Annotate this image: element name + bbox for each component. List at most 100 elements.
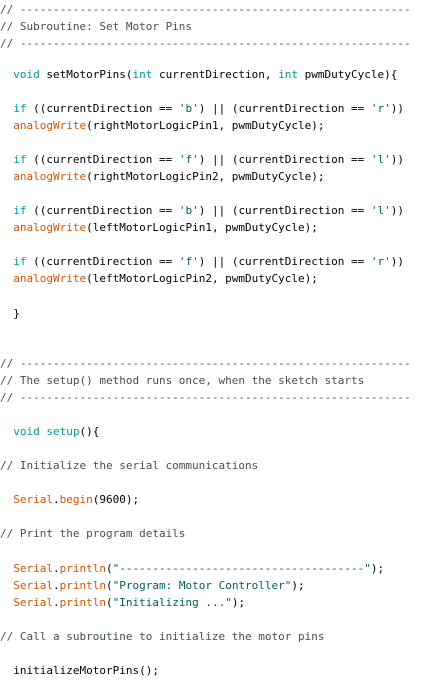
code-text: . xyxy=(53,596,60,609)
code-comment: // Initialize the serial communications xyxy=(0,459,259,472)
code-line: if ((currentDirection == 'b') || (curren… xyxy=(0,203,433,218)
code-text: (9600); xyxy=(92,493,140,506)
code-text: ) || (currentDirection == xyxy=(198,153,371,166)
code-line: // -------------------------------------… xyxy=(0,2,433,17)
code-function: println xyxy=(59,562,106,575)
code-line: // -------------------------------------… xyxy=(0,356,433,371)
code-line: Serial.println("Initializing ..."); xyxy=(0,595,433,610)
code-text: ( xyxy=(105,596,113,609)
code-string: 'l' xyxy=(370,204,391,217)
code-text: . xyxy=(53,562,60,575)
code-keyword: void xyxy=(13,425,40,438)
code-line: Serial.begin(9600); xyxy=(0,492,433,507)
code-line: // Print the program details xyxy=(0,526,433,541)
code-function: analogWrite xyxy=(13,272,87,285)
code-string: 'b' xyxy=(178,102,199,115)
code-text: ) || (currentDirection == xyxy=(198,102,371,115)
code-comment: // The setup() method runs once, when th… xyxy=(0,374,365,387)
code-comment: // -------------------------------------… xyxy=(0,357,411,370)
code-text: ) || (currentDirection == xyxy=(198,255,371,268)
code-line: // -------------------------------------… xyxy=(0,36,433,51)
code-text: . xyxy=(53,579,60,592)
code-line: analogWrite(leftMotorLogicPin1, pwmDutyC… xyxy=(0,220,433,235)
code-string: 'f' xyxy=(178,255,199,268)
code-text: ( xyxy=(105,562,113,575)
code-keyword: setup xyxy=(46,425,80,438)
code-keyword: if xyxy=(13,102,27,115)
code-text: ) || (currentDirection == xyxy=(198,204,371,217)
code-string: 'l' xyxy=(370,153,391,166)
code-function: Serial xyxy=(13,562,53,575)
code-text: (leftMotorLogicPin2, pwmDutyCycle); xyxy=(86,272,318,285)
code-line: analogWrite(leftMotorLogicPin2, pwmDutyC… xyxy=(0,271,433,286)
code-keyword: int xyxy=(278,68,299,81)
code-text: ((currentDirection == xyxy=(26,153,179,166)
code-line: // -------------------------------------… xyxy=(0,390,433,405)
code-line: if ((currentDirection == 'f') || (curren… xyxy=(0,152,433,167)
code-string: 'r' xyxy=(370,255,391,268)
code-text: (rightMotorLogicPin2, pwmDutyCycle); xyxy=(86,170,325,183)
code-text: pwmDutyCycle){ xyxy=(298,68,398,81)
code-keyword: if xyxy=(13,204,27,217)
code-line: analogWrite(rightMotorLogicPin1, pwmDuty… xyxy=(0,118,433,133)
code-comment: // -------------------------------------… xyxy=(0,3,411,16)
code-text: } xyxy=(0,307,20,320)
code-function: Serial xyxy=(13,596,53,609)
code-text: currentDirection, xyxy=(152,68,279,81)
code-text: ); xyxy=(291,579,305,592)
code-editor[interactable]: // -------------------------------------… xyxy=(0,0,433,682)
code-text: )) xyxy=(390,204,405,217)
code-line: // Initialize the serial communications xyxy=(0,458,433,473)
code-comment: // Print the program details xyxy=(0,527,186,540)
code-function: println xyxy=(59,596,106,609)
code-function: println xyxy=(59,579,106,592)
code-function: Serial xyxy=(13,579,53,592)
code-keyword: if xyxy=(13,255,27,268)
code-text: )) xyxy=(390,255,405,268)
code-line: void setup(){ xyxy=(0,424,433,439)
code-function: analogWrite xyxy=(13,170,87,183)
code-function: analogWrite xyxy=(13,119,87,132)
code-keyword: void xyxy=(13,68,40,81)
code-function: begin xyxy=(59,493,93,506)
code-line: void setMotorPins(int currentDirection, … xyxy=(0,67,433,82)
code-text: (leftMotorLogicPin1, pwmDutyCycle); xyxy=(86,221,318,234)
code-text: initializeMotorPins(); xyxy=(0,664,159,677)
code-string: 'r' xyxy=(370,102,391,115)
code-comment: // Call a subroutine to initialize the m… xyxy=(0,630,325,643)
code-text: . xyxy=(53,493,60,506)
code-line: Serial.println("------------------------… xyxy=(0,561,433,576)
code-text: ((currentDirection == xyxy=(26,255,179,268)
code-text: ((currentDirection == xyxy=(26,204,179,217)
code-comment: // Subroutine: Set Motor Pins xyxy=(0,20,193,33)
code-string: "Program: Motor Controller" xyxy=(112,579,292,592)
code-text: (){ xyxy=(79,425,100,438)
code-line: // The setup() method runs once, when th… xyxy=(0,373,433,388)
code-text: setMotorPins( xyxy=(39,68,133,81)
code-line: initializeMotorPins(); xyxy=(0,663,433,678)
code-line: Serial.println("Program: Motor Controlle… xyxy=(0,578,433,593)
code-line: } xyxy=(0,306,433,321)
code-line: analogWrite(rightMotorLogicPin2, pwmDuty… xyxy=(0,169,433,184)
code-string: 'b' xyxy=(178,204,199,217)
code-line: // Subroutine: Set Motor Pins xyxy=(0,19,433,34)
code-comment: // -------------------------------------… xyxy=(0,391,411,404)
code-function: Serial xyxy=(13,493,53,506)
code-keyword: int xyxy=(132,68,153,81)
code-text: ((currentDirection == xyxy=(26,102,179,115)
code-text: (rightMotorLogicPin1, pwmDutyCycle); xyxy=(86,119,325,132)
code-line: if ((currentDirection == 'f') || (curren… xyxy=(0,254,433,269)
